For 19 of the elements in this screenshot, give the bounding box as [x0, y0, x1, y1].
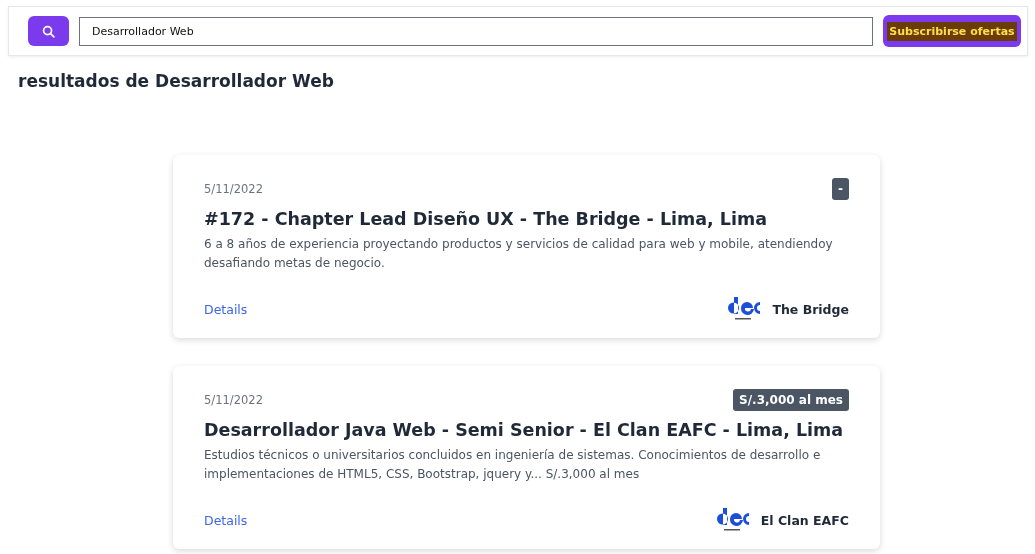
subscribe-button[interactable]: Subscribirse ofertas	[883, 15, 1021, 47]
job-title: #172 - Chapter Lead Diseño UX - The Bridge - Lima, Lima	[204, 209, 769, 229]
company-logo-icon	[714, 507, 749, 533]
search-icon	[42, 24, 55, 38]
company-name: The Bridge	[772, 301, 849, 317]
search-button[interactable]	[28, 16, 69, 46]
details-link[interactable]: Details	[204, 301, 248, 317]
job-title: Desarrollador Java Web - Semi Senior - El Clan EAFC - Lima, Lima	[204, 420, 845, 440]
job-date: 5/11/2022	[204, 182, 263, 196]
results-heading: resultados de Desarrollador Web	[18, 71, 335, 91]
job-date: 5/11/2022	[204, 393, 263, 407]
job-description: Estudios técnicos o universitarios concluidos en ingeniería de sistemas. Conocimientos de desarrollo e implementaciones de HTML5, CSS, Bootstrap, jquery y... S/.3,000 al mes	[204, 447, 822, 483]
salary-badge: -	[832, 178, 849, 200]
company-name: El Clan EAFC	[760, 512, 849, 528]
job-description: 6 a 8 años de experiencia proyectando productos y servicios de calidad para web y mobile, atendiendoy desafiando metas de negocio.	[204, 236, 834, 272]
search-field[interactable]: Desarrollador Web	[79, 16, 873, 46]
salary-badge: S/.3,000 al mes	[733, 389, 849, 411]
company-logo-icon	[726, 296, 761, 322]
details-link[interactable]: Details	[204, 512, 248, 528]
